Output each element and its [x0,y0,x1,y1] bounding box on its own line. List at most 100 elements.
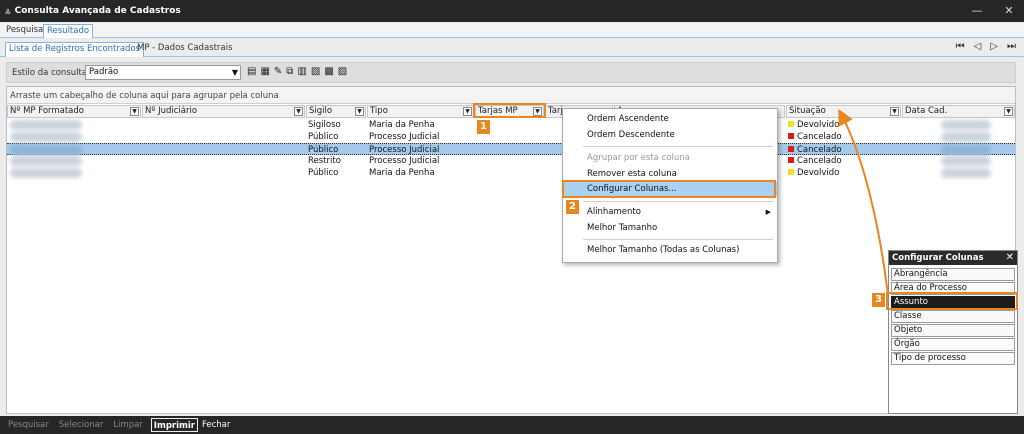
grid-icon[interactable]: ▩ [324,66,333,77]
limpar-button[interactable]: Limpar [111,418,144,432]
redacted-value [941,156,991,166]
chevron-down-icon[interactable]: ▼ [890,107,899,116]
column-option[interactable]: Objeto [891,324,1015,337]
highlight-configurar-colunas [562,180,776,198]
menu-item-ordem-descendente[interactable]: Ordem Descendente [563,128,777,142]
selecionar-button[interactable]: Selecionar [57,418,106,432]
chevron-down-icon[interactable]: ▼ [355,107,364,116]
app-logo-icon: ⩓ [5,5,11,17]
imprimir-button[interactable]: Imprimir [150,418,198,432]
status-indicator [788,169,794,175]
cell-tipo: Maria da Penha [369,120,435,130]
redacted-value [10,120,82,130]
menu-item-ordem-ascendente[interactable]: Ordem Ascendente [563,112,777,126]
tab-resultado[interactable]: Resultado [43,24,94,38]
query-style-label: Estilo da consulta [12,68,88,78]
next-record-icon[interactable]: ▷ [990,41,998,52]
column-header-tipo[interactable]: Tipo ▼ [367,105,474,118]
export-icon[interactable]: ▥ [297,66,306,77]
fechar-button[interactable]: Fechar [200,418,232,432]
cell-tipo: Processo Judicial [369,156,440,166]
table-row-selected[interactable]: Público Processo Judicial Cancelado [7,143,1015,155]
main-tabs: Pesquisa Resultado [0,23,1024,38]
menu-item-remover-coluna[interactable]: Remover esta coluna [563,167,777,181]
edit-icon[interactable]: ✎ [274,66,282,77]
status-indicator [788,157,794,163]
copy-icon[interactable]: ⧉ [286,66,293,77]
pesquisar-button[interactable]: Pesquisar [6,418,51,432]
first-record-icon[interactable]: ⏮ [956,41,965,52]
group-hint: Arraste um cabeçalho de coluna aqui para… [7,87,1015,104]
record-navigation: ⏮ ◁ ▷ ⏭ [956,41,1016,52]
query-style-bar: Estilo da consulta Padrão ▼ ▤ ▦ ✎ ⧉ ▥ ▧ … [6,62,1016,83]
close-window-button[interactable]: ✕ [994,0,1024,22]
submenu-arrow-icon: ▶ [765,208,771,216]
close-icon[interactable]: ✕ [1006,251,1014,265]
table-row[interactable]: Público Maria da Penha Devolvido [7,167,1015,179]
menu-separator [583,239,773,240]
column-header-sigilo[interactable]: Sigilo ▼ [306,105,366,118]
chevron-down-icon: ▼ [231,68,238,77]
cell-situacao: Cancelado [788,155,842,167]
style-toolbar: ▤ ▦ ✎ ⧉ ▥ ▧ ▩ ▨ [247,66,347,77]
sub-tabs: Lista de Registros Encontrados MP - Dado… [0,40,1024,57]
redacted-value [10,168,82,178]
cell-sigilo: Público [308,132,339,142]
chevron-down-icon[interactable]: ▼ [130,107,139,116]
minimize-button[interactable]: — [962,0,992,22]
bottom-action-bar: Pesquisar Selecionar Limpar Imprimir Fec… [0,416,1024,434]
cell-sigilo: Público [308,168,339,178]
delete-icon[interactable]: ▦ [260,66,269,77]
tab-pesquisa[interactable]: Pesquisa [3,24,46,38]
column-header-situacao[interactable]: Situação ▼ [786,105,901,118]
redacted-value [941,132,991,142]
step-badge-2: 2 [566,200,579,214]
save-icon[interactable]: ▤ [247,66,256,77]
highlight-assunto [886,292,1018,310]
previous-record-icon[interactable]: ◁ [974,41,982,52]
redacted-value [10,132,82,142]
tab-lista-registros[interactable]: Lista de Registros Encontrados [5,42,145,57]
column-option[interactable]: Tipo de processo [891,352,1015,365]
column-option[interactable]: Abrangência [891,268,1015,281]
chevron-down-icon[interactable]: ▼ [1004,107,1013,116]
title-bar: ⩓ Consulta Avançada de Cadastros — ✕ [0,0,1024,22]
menu-item-melhor-tamanho-todas[interactable]: Melhor Tamanho (Todas as Colunas) [563,243,777,257]
cell-sigilo: Sigiloso [308,120,341,130]
column-option[interactable]: Órgão [891,338,1015,351]
configure-columns-panel: Configurar Colunas ✕ Abrangência Área do … [888,250,1018,414]
chevron-down-icon[interactable]: ▼ [463,107,472,116]
cell-situacao: Devolvido [788,119,839,131]
column-header-judiciario[interactable]: Nº Judiciário ▼ [142,105,305,118]
cell-tipo: Processo Judicial [369,132,440,142]
tab-mp-dados-cadastrais[interactable]: MP - Dados Cadastrais [134,42,235,57]
table-row[interactable]: Restrito Processo Judicial Cancelado [7,155,1015,167]
chevron-down-icon[interactable]: ▼ [294,107,303,116]
column-header-data-cad[interactable]: Data Cad. ▼ [902,105,1015,118]
redacted-value [10,145,82,155]
results-grid: Arraste um cabeçalho de coluna aqui para… [6,86,1016,414]
redacted-value [941,120,991,130]
cell-situacao: Cancelado [788,131,842,143]
refresh-icon[interactable]: ▨ [338,66,347,77]
step-badge-1: 1 [477,120,490,134]
query-style-select[interactable]: Padrão ▼ [85,65,241,80]
menu-separator [583,201,773,202]
table-row[interactable]: Sigiloso Maria da Penha Devolvido [7,119,1015,131]
highlight-tarjas-mp [473,103,546,118]
query-style-value: Padrão [89,67,119,77]
menu-item-agrupar[interactable]: Agrupar por esta coluna [563,151,777,165]
import-icon[interactable]: ▧ [311,66,320,77]
redacted-value [10,156,82,166]
column-header-mp-formatado[interactable]: Nº MP Formatado ▼ [7,105,141,118]
status-indicator [788,133,794,139]
window-title: Consulta Avançada de Cadastros [14,6,181,16]
table-row[interactable]: Público Processo Judicial Cancelado [7,131,1015,143]
column-option[interactable]: Classe [891,310,1015,323]
cell-sigilo: Restrito [308,156,341,166]
menu-item-alinhamento[interactable]: Alinhamento ▶ [563,205,777,219]
menu-item-melhor-tamanho[interactable]: Melhor Tamanho [563,221,777,235]
last-record-icon[interactable]: ⏭ [1007,41,1016,52]
menu-separator [583,146,773,147]
panel-header: Configurar Colunas ✕ [889,251,1017,265]
